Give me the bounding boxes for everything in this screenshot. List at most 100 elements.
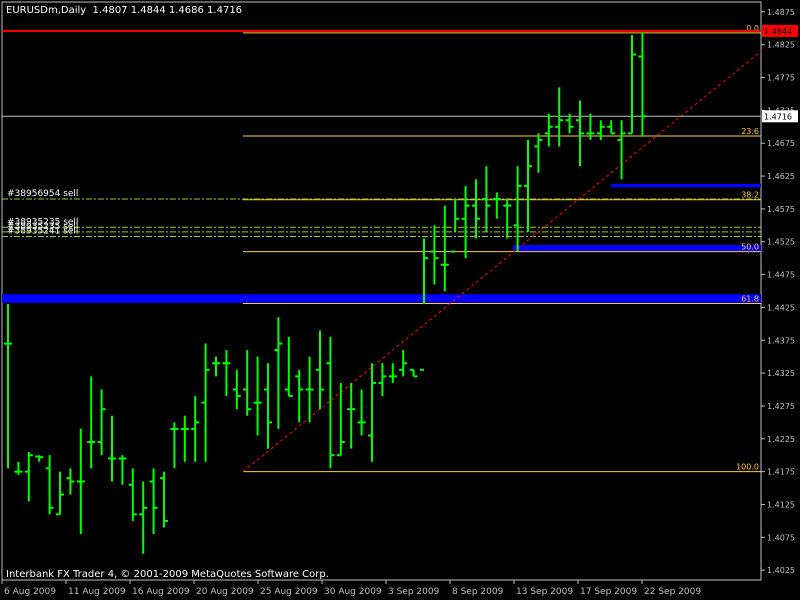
- price-axis-label: 1.4575: [767, 205, 795, 214]
- ohlc-bar[interactable]: [295, 369, 304, 423]
- time-axis-label: 20 Aug 2009: [196, 587, 254, 597]
- price-axis-label: 1.4125: [767, 500, 795, 509]
- ohlc-bar[interactable]: [243, 350, 252, 416]
- order-label: #38935241 sell: [7, 226, 78, 236]
- fibo-level-label: 23.6: [741, 127, 759, 136]
- price-axis-label: 1.4425: [767, 303, 795, 312]
- ohlc-bar[interactable]: [461, 185, 470, 259]
- zone-bar[interactable]: [2, 294, 761, 303]
- fibo-level-label: 38.2: [741, 191, 759, 200]
- price-axis-label: 1.4075: [767, 533, 795, 542]
- ohlc-bar[interactable]: [628, 34, 636, 135]
- ohlc-bar[interactable]: [97, 389, 106, 456]
- time-axis-label: 13 Sep 2009: [516, 587, 573, 597]
- price-axis-label: 1.4175: [767, 468, 795, 477]
- price-axis-label: 1.4475: [767, 271, 795, 280]
- ohlc-bar[interactable]: [139, 481, 148, 554]
- ohlc-bar[interactable]: [378, 363, 387, 397]
- ohlc-bar[interactable]: [24, 451, 33, 502]
- ohlc-bar[interactable]: [212, 356, 220, 377]
- ohlc-bar[interactable]: [274, 317, 283, 429]
- chart-window[interactable]: 0.0 23.6 38.2 50.0 61.8 100.0 #38956954 sell #3…: [0, 0, 800, 600]
- ohlc-bar[interactable]: [232, 369, 241, 410]
- copyright-text: Interbank FX Trader 4, © 2001-2009 MetaQ…: [6, 569, 329, 580]
- ohlc-bar[interactable]: [617, 120, 626, 180]
- ohlc-bar[interactable]: [472, 179, 480, 239]
- ohlc-bar[interactable]: [524, 139, 532, 232]
- time-axis-label: 16 Aug 2009: [132, 587, 190, 597]
- ohlc-bar[interactable]: [451, 199, 460, 253]
- ohlc-bar[interactable]: [128, 468, 137, 521]
- ohlc-bar[interactable]: [336, 382, 345, 457]
- current-price-label: 1.4716: [764, 112, 792, 121]
- ohlc-bar[interactable]: [503, 199, 512, 239]
- ohlc-bar[interactable]: [56, 471, 64, 516]
- price-axis-label: 1.4675: [767, 139, 795, 148]
- ohlc-bar[interactable]: [4, 304, 12, 469]
- fibo-level-label: 50.0: [741, 243, 759, 252]
- time-axis-label: 22 Sep 2009: [644, 587, 701, 597]
- ohlc-bar[interactable]: [45, 455, 54, 515]
- ohlc-bar[interactable]: [14, 461, 23, 475]
- ohlc-bar[interactable]: [357, 389, 366, 436]
- ohlc-bar[interactable]: [87, 376, 96, 469]
- ohlc-bar[interactable]: [222, 350, 231, 397]
- ohlc-bar[interactable]: [316, 330, 324, 410]
- price-axis-label: 1.4625: [767, 172, 795, 181]
- zone-bar[interactable]: [513, 245, 761, 252]
- price-axis-label: 1.4325: [767, 369, 795, 378]
- price-axis-label: 1.4825: [767, 41, 795, 50]
- ohlc-bar[interactable]: [388, 363, 397, 383]
- zone-bar[interactable]: [611, 183, 761, 188]
- time-axis-label: 11 Aug 2009: [68, 587, 126, 597]
- ohlc-bar[interactable]: [253, 356, 262, 436]
- ohlc-bar[interactable]: [180, 415, 189, 462]
- price-axis-label: 1.4525: [767, 238, 795, 247]
- ohlc-bar[interactable]: [430, 225, 439, 285]
- ohlc-bar[interactable]: [607, 120, 616, 135]
- ohlc-bar[interactable]: [118, 455, 127, 485]
- ohlc-bar[interactable]: [544, 113, 553, 147]
- time-axis-label: 25 Aug 2009: [260, 587, 318, 597]
- ohlc-bar[interactable]: [409, 368, 418, 378]
- ohlc-bar[interactable]: [440, 205, 449, 291]
- ohlc-bar[interactable]: [284, 336, 293, 398]
- price-axis-label: 1.4275: [767, 402, 795, 411]
- ohlc-bar[interactable]: [66, 468, 75, 495]
- ohlc-bar[interactable]: [596, 120, 605, 140]
- fibo-level-label: 100.0: [736, 463, 759, 472]
- ohlc-bar[interactable]: [201, 343, 210, 462]
- time-axis-label: 3 Sep 2009: [388, 587, 440, 597]
- price-axis-label: 1.4875: [767, 8, 795, 17]
- order-label: #38956954 sell: [7, 189, 78, 199]
- ohlc-bar[interactable]: [76, 428, 85, 535]
- ohlc-bar[interactable]: [420, 238, 428, 371]
- price-axis-label: 1.4775: [767, 74, 795, 83]
- bid-price-label: 1.4844: [764, 27, 792, 36]
- ohlc-bar[interactable]: [399, 350, 408, 377]
- ohlc-bar[interactable]: [305, 356, 314, 423]
- ohlc-bar[interactable]: [482, 166, 491, 232]
- ohlc-bar[interactable]: [534, 133, 543, 173]
- ohlc-bar[interactable]: [638, 32, 647, 136]
- time-axis-label: 30 Aug 2009: [324, 587, 382, 597]
- ohlc-bar[interactable]: [149, 468, 158, 535]
- ohlc-bar[interactable]: [108, 415, 116, 482]
- ohlc-bar[interactable]: [576, 100, 584, 167]
- chart-title: EURUSDm,Daily 1.4807 1.4844 1.4686 1.471…: [6, 5, 242, 16]
- ohlc-bar[interactable]: [160, 471, 168, 528]
- plot-frame: [1, 1, 762, 581]
- ohlc-readout: 1.4807 1.4844 1.4686 1.4716: [92, 5, 243, 16]
- ohlc-bar[interactable]: [170, 422, 179, 469]
- ohlc-bar[interactable]: [264, 363, 272, 449]
- price-axis-label: 1.4225: [767, 435, 795, 444]
- ohlc-bar[interactable]: [347, 382, 356, 449]
- ohlc-bar[interactable]: [513, 166, 522, 252]
- ohlc-bar[interactable]: [191, 396, 200, 462]
- ohlc-bar[interactable]: [492, 192, 501, 219]
- ohlc-bar[interactable]: [368, 363, 376, 462]
- price-chart[interactable]: 0.023.638.250.061.8100.0#38956954 sell#3…: [0, 0, 800, 600]
- fibo-level-label: 61.8: [741, 294, 759, 303]
- ohlc-bar[interactable]: [35, 455, 44, 462]
- ohlc-bar[interactable]: [555, 87, 564, 147]
